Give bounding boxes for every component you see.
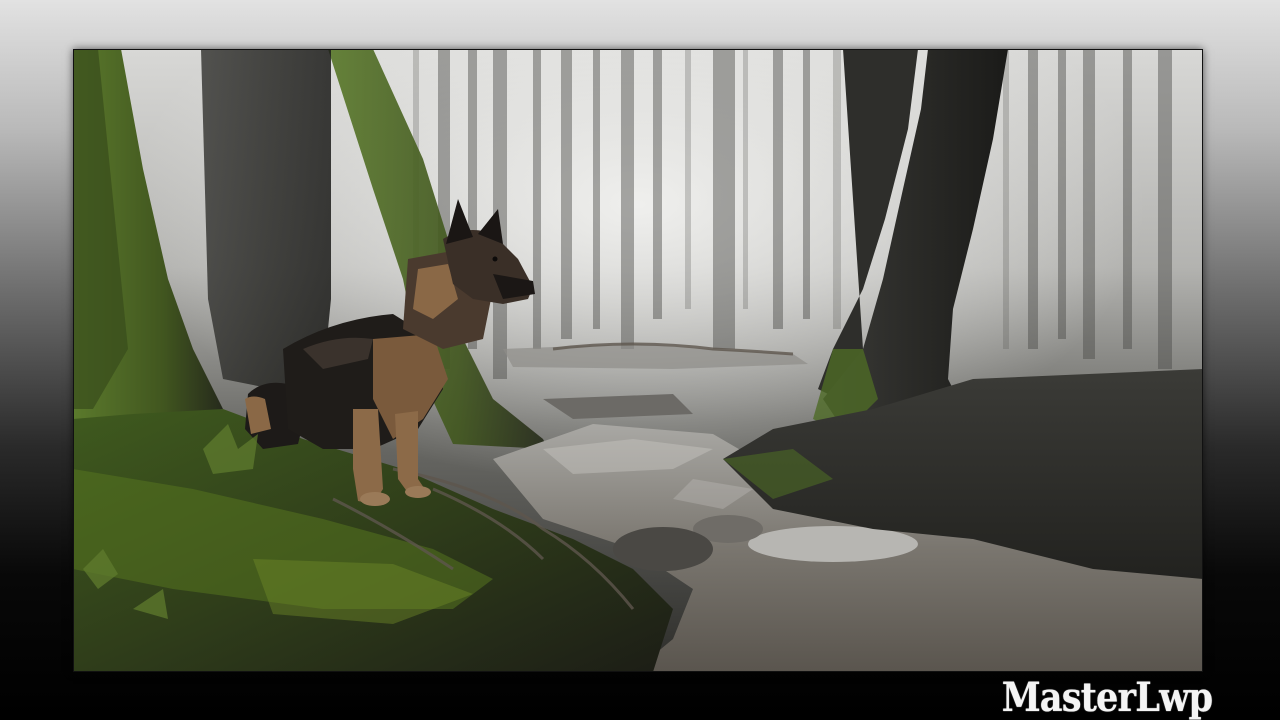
watermark-logo: MasterLwp (1001, 674, 1212, 720)
forest-photo (73, 49, 1203, 672)
wallpaper-screen: MasterLwp (0, 0, 1280, 720)
